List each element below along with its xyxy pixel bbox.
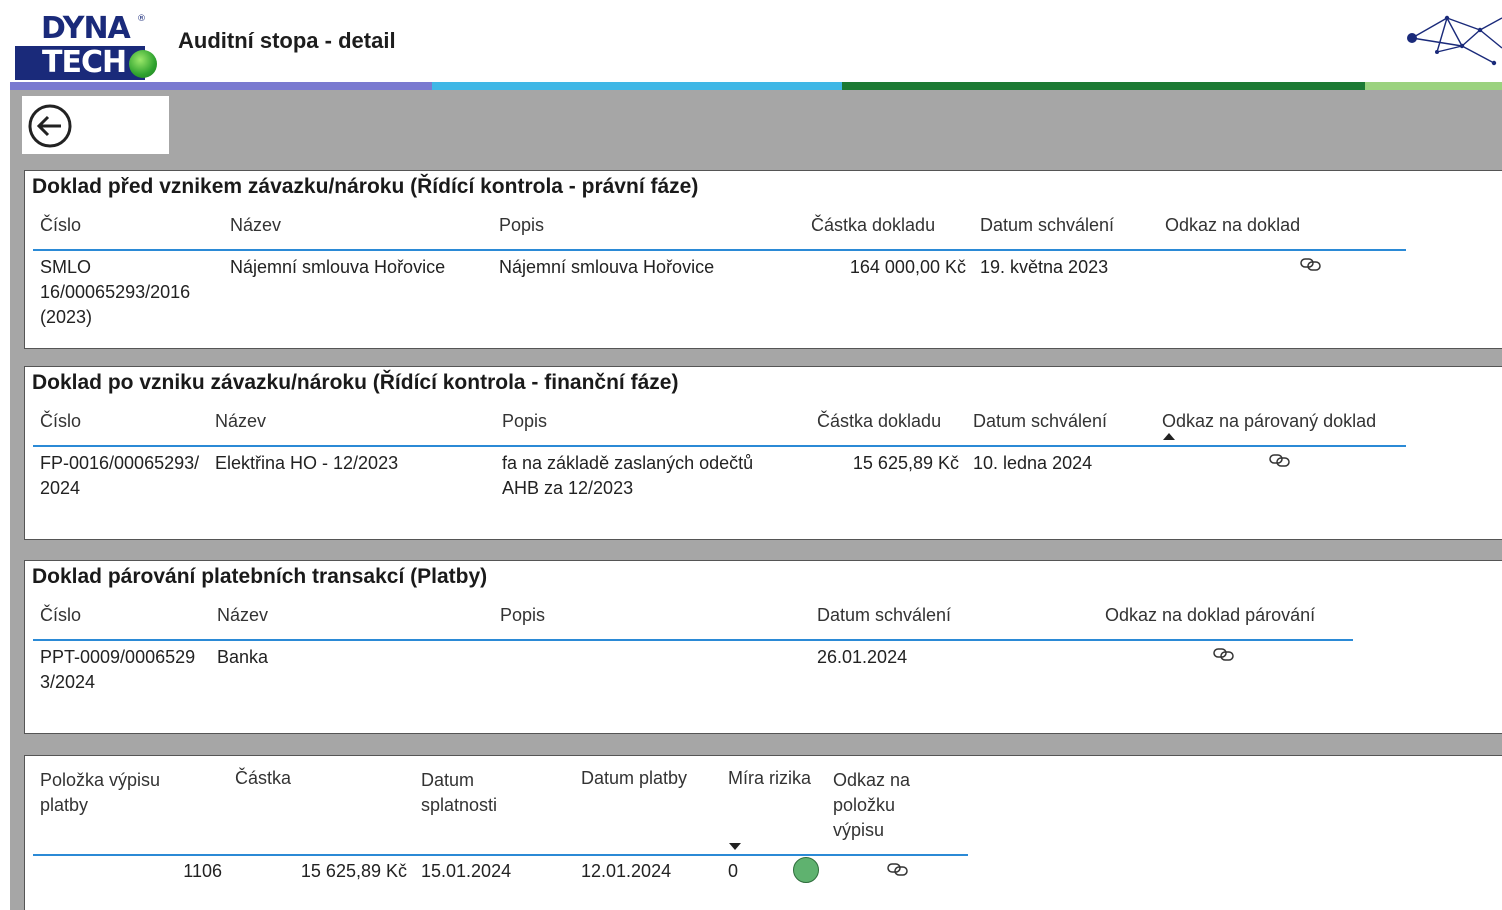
- logo-text-top: DYNA: [41, 11, 131, 46]
- column-header-riziko[interactable]: Míra rizika: [728, 768, 811, 789]
- column-header-datum[interactable]: Datum schválení: [973, 411, 1107, 432]
- link-icon[interactable]: [1213, 647, 1235, 661]
- cell-platba: 12.01.2024: [581, 861, 672, 881]
- column-header-nazev[interactable]: Název: [217, 605, 268, 626]
- cell-castka: 15 625,89 Kč: [300, 861, 407, 881]
- cell-castka: 15 625,89 Kč: [852, 453, 959, 473]
- header-divider: [33, 639, 1353, 641]
- logo-green-dot-icon: [129, 50, 157, 78]
- column-header-odkaz[interactable]: Odkaz na doklad: [1165, 215, 1300, 236]
- cell-polozka: 1106: [183, 861, 222, 881]
- column-header-cislo[interactable]: Číslo: [40, 215, 81, 236]
- top-bar: DYNA TECH ® Auditní stopa - detail: [0, 0, 1502, 90]
- column-header-datum[interactable]: Datum schválení: [980, 215, 1114, 236]
- column-header-platba[interactable]: Datum platby: [581, 768, 687, 789]
- cell-datum: 10. ledna 2024: [973, 453, 1093, 473]
- column-header-odkaz[interactable]: Odkaz na doklad párování: [1105, 605, 1315, 626]
- column-header-popis[interactable]: Popis: [502, 411, 547, 432]
- risk-indicator-icon: [793, 857, 819, 883]
- main-content: Doklad před vznikem závazku/nároku (Řídí…: [10, 90, 1502, 910]
- stripe-2: [432, 82, 842, 90]
- sort-ascending-icon[interactable]: [1163, 433, 1175, 440]
- dynatech-logo: DYNA TECH ®: [15, 12, 158, 80]
- back-button-container: [22, 96, 169, 154]
- cell-popis: fa na základě zaslaných odečtů AHB za 12…: [502, 453, 754, 498]
- page-title: Auditní stopa - detail: [178, 28, 396, 53]
- cell-cislo: SMLO 16/00065293/2016 (2023): [40, 257, 191, 327]
- column-header-cislo[interactable]: Číslo: [40, 411, 81, 432]
- cell-nazev: Banka: [217, 647, 269, 667]
- cell-datum: 26.01.2024: [817, 647, 908, 667]
- link-icon[interactable]: [887, 862, 909, 876]
- column-header-cislo[interactable]: Číslo: [40, 605, 81, 626]
- section-title: Doklad po vzniku závazku/nároku (Řídící …: [32, 371, 679, 394]
- stripe-1: [10, 82, 432, 90]
- sort-descending-icon[interactable]: [729, 843, 741, 850]
- column-header-popis[interactable]: Popis: [500, 605, 545, 626]
- header-divider: [33, 854, 968, 856]
- column-header-datum[interactable]: Datum schválení: [817, 605, 951, 626]
- link-icon[interactable]: [1300, 257, 1322, 271]
- column-header-nazev[interactable]: Název: [215, 411, 266, 432]
- cell-splatnost: 15.01.2024: [421, 861, 512, 881]
- section-financial-phase: Doklad po vzniku závazku/nároku (Řídící …: [24, 366, 1502, 540]
- color-stripe-bar: [10, 82, 1502, 90]
- column-header-castka[interactable]: Částka dokladu: [811, 215, 935, 236]
- header-divider: [33, 249, 1406, 251]
- column-header-odkaz[interactable]: Odkaz na položku výpisu: [833, 768, 928, 843]
- cell-popis: Nájemní smlouva Hořovice: [499, 257, 715, 277]
- section-legal-phase: Doklad před vznikem závazku/nároku (Řídí…: [24, 170, 1502, 349]
- column-header-nazev[interactable]: Název: [230, 215, 281, 236]
- logo-text-bottom: TECH: [15, 46, 145, 80]
- back-button[interactable]: [27, 103, 73, 149]
- column-header-odkaz[interactable]: Odkaz na párovaný doklad: [1162, 411, 1376, 432]
- section-title: Doklad před vznikem závazku/nároku (Řídí…: [32, 175, 699, 198]
- stripe-4: [1365, 82, 1502, 90]
- cell-cislo: PPT-0009/00065293/2024: [40, 647, 196, 692]
- column-header-polozka[interactable]: Položka výpisu platby: [40, 768, 190, 818]
- header-divider: [33, 445, 1406, 447]
- network-graph-icon: [1407, 15, 1502, 66]
- cell-datum: 19. května 2023: [980, 257, 1109, 277]
- column-header-castka[interactable]: Částka: [235, 768, 291, 789]
- logo-registered-mark: ®: [137, 14, 146, 24]
- cell-cislo: FP-0016/00065293/2024: [40, 453, 200, 498]
- section-statement-items: Položka výpisu platby Částka Datum splat…: [24, 755, 1502, 910]
- column-header-popis[interactable]: Popis: [499, 215, 544, 236]
- section-title: Doklad párování platebních transakcí (Pl…: [32, 565, 488, 588]
- cell-castka: 164 000,00 Kč: [849, 257, 966, 277]
- cell-nazev: Elektřina HO - 12/2023: [215, 453, 399, 473]
- cell-nazev: Nájemní smlouva Hořovice: [230, 257, 446, 277]
- stripe-3: [842, 82, 1365, 90]
- cell-riziko: 0: [728, 861, 739, 881]
- column-header-splatnost[interactable]: Datum splatnosti: [421, 768, 531, 818]
- link-icon[interactable]: [1269, 453, 1291, 467]
- column-header-castka[interactable]: Částka dokladu: [817, 411, 941, 432]
- section-payment-pairing: Doklad párování platebních transakcí (Pl…: [24, 560, 1502, 734]
